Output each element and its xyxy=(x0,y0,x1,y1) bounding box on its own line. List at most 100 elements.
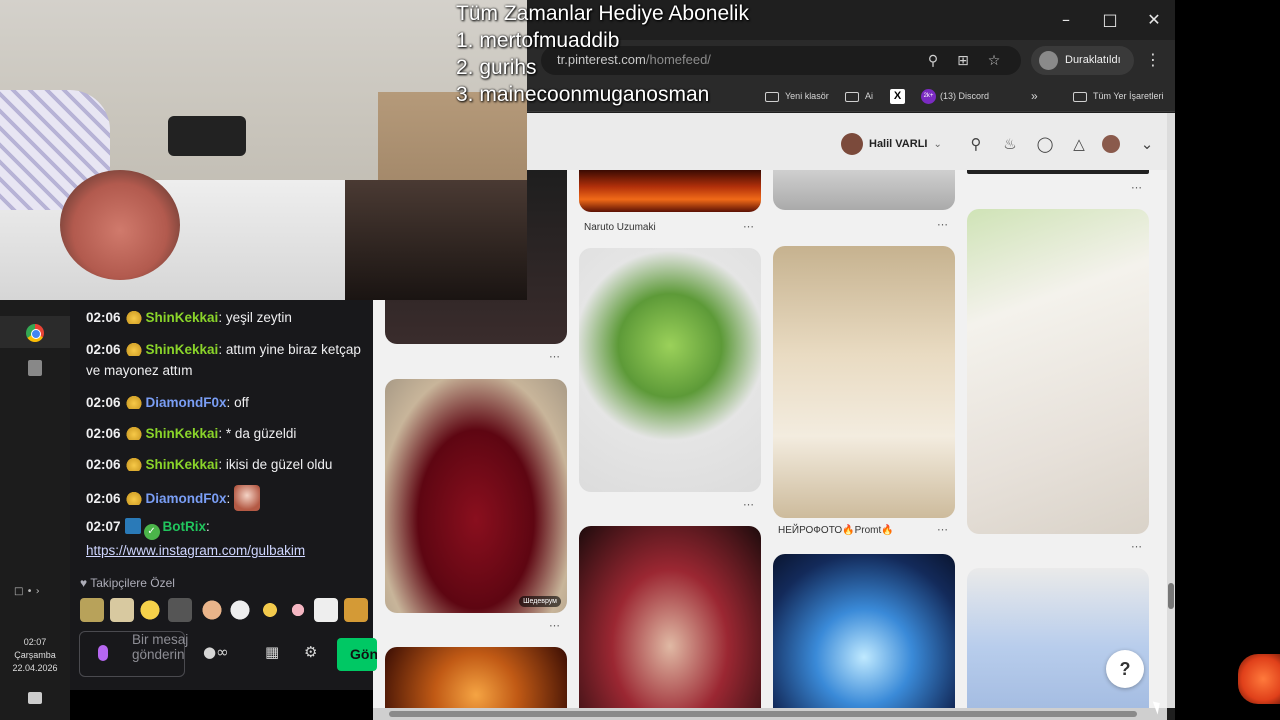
emote-icon[interactable] xyxy=(80,598,104,622)
updates-icon[interactable]: △ xyxy=(1068,133,1090,155)
pin-card[interactable] xyxy=(773,246,955,518)
pin-watermark: Шедеврум xyxy=(519,596,561,607)
pin-more-icon[interactable]: ⋯ xyxy=(549,350,561,363)
notification-bell-icon[interactable]: ♨ xyxy=(999,133,1021,155)
pin-more-icon[interactable]: ⋯ xyxy=(1131,181,1143,194)
chat-message: 02:06 DiamondF0x: xyxy=(86,485,366,511)
msg-user[interactable]: BotRix xyxy=(163,519,207,534)
emote-icon[interactable] xyxy=(286,598,310,622)
subscriber-badge-icon xyxy=(124,395,143,409)
pin-card[interactable] xyxy=(579,526,761,708)
kebab-menu-icon[interactable]: ⋮ xyxy=(1145,50,1161,69)
bookmark-all[interactable]: Tüm Yer İşaretleri xyxy=(1073,88,1164,104)
bot-badge-icon xyxy=(124,518,141,534)
scroll-thumb[interactable] xyxy=(389,711,1137,717)
install-icon[interactable]: ⊞ xyxy=(953,51,973,71)
bookmark-yeni-klasor[interactable]: Yeni klasör xyxy=(765,88,829,104)
app-icon[interactable] xyxy=(28,360,42,376)
microphone-icon[interactable] xyxy=(98,645,108,661)
channel-points-icon[interactable]: ●∞ xyxy=(203,643,229,661)
msg-user[interactable]: DiamondF0x xyxy=(146,395,227,410)
pin-title[interactable]: Naruto Uzumaki xyxy=(584,222,656,233)
chat-input[interactable]: Bir mesaj gönderin xyxy=(79,631,188,677)
more-bookmarks-icon[interactable]: » xyxy=(1031,88,1038,104)
taskbar-clock[interactable]: 02:07 Çarşamba 22.04.2026 xyxy=(0,636,70,675)
send-button[interactable]: Gönder xyxy=(337,638,377,671)
msg-time: 02:06 xyxy=(86,310,121,325)
msg-user[interactable]: ShinKekkai xyxy=(146,426,219,441)
pin-more-icon[interactable]: ⋯ xyxy=(743,498,755,511)
pin-title[interactable]: НЕЙРОФОТО🔥Promt🔥 xyxy=(778,525,894,536)
system-tray-icons[interactable]: □ • › xyxy=(14,586,40,597)
notification-icon[interactable] xyxy=(28,692,42,704)
msg-link[interactable]: https://www.instagram.com/gulbakim xyxy=(86,543,305,558)
msg-user[interactable]: ShinKekkai xyxy=(146,342,219,357)
pin-card[interactable] xyxy=(967,209,1149,534)
bookmark-x[interactable]: X xyxy=(890,88,909,105)
emote-icon[interactable] xyxy=(258,598,282,622)
pin-more-icon[interactable]: ⋯ xyxy=(549,619,561,632)
x-logo-icon: X xyxy=(890,89,905,105)
star-icon[interactable]: ☆ xyxy=(984,51,1004,71)
pin-more-icon[interactable]: ⋯ xyxy=(743,220,755,233)
emote-icon[interactable] xyxy=(200,598,224,622)
pin-card[interactable] xyxy=(773,170,955,210)
folder-icon xyxy=(765,91,779,102)
account-switcher[interactable]: Halil VARLI ⌄ xyxy=(841,131,942,157)
pin-more-icon[interactable]: ⋯ xyxy=(1131,540,1143,553)
emote-icon[interactable] xyxy=(344,598,368,622)
chrome-icon[interactable] xyxy=(26,324,44,342)
chevron-down-icon[interactable]: ⌄ xyxy=(1136,133,1158,155)
user-name: Halil VARLI xyxy=(869,138,928,150)
msg-user[interactable]: ShinKekkai xyxy=(146,457,219,472)
msg-user[interactable]: DiamondF0x xyxy=(146,491,227,506)
pin-card[interactable] xyxy=(385,647,567,708)
vertical-scrollbar[interactable] xyxy=(1167,113,1175,708)
profile-avatar xyxy=(1039,51,1058,70)
pin-more-icon[interactable]: ⋯ xyxy=(937,218,949,231)
minimize-button[interactable]: – xyxy=(1051,8,1081,32)
pin-card[interactable] xyxy=(579,170,761,212)
zoom-icon[interactable]: ⚲ xyxy=(923,51,943,71)
help-button[interactable]: ? xyxy=(1106,650,1144,688)
chat-message: 02:07 ✓ BotRix: https://www.instagram.com/g… xyxy=(86,518,306,558)
horizontal-scrollbar[interactable] xyxy=(373,708,1167,720)
discord-badge-icon: 2k+ xyxy=(921,89,936,105)
chat-message: 02:06 DiamondF0x: off xyxy=(86,395,249,410)
gear-icon[interactable]: ⚙ xyxy=(304,643,317,661)
msg-user[interactable]: ShinKekkai xyxy=(146,310,219,325)
chat-placeholder: Bir mesaj gönderin xyxy=(132,632,189,662)
search-icon[interactable]: ⚲ xyxy=(965,133,987,155)
bookmark-label: Yeni klasör xyxy=(785,91,829,101)
chat-message: 02:06 ShinKekkai: attım yine biraz ketçap… xyxy=(86,342,361,378)
folder-icon xyxy=(845,91,859,102)
msg-text: yeşil zeytin xyxy=(225,310,292,325)
pin-more-icon[interactable]: ⋯ xyxy=(937,523,949,536)
store-icon[interactable]: ▦ xyxy=(265,643,279,661)
emote-icon[interactable] xyxy=(314,598,338,622)
subscriber-badge-icon xyxy=(124,310,143,324)
bookmark-discord[interactable]: 2k+ (13) Discord xyxy=(921,88,989,105)
bookmark-ai[interactable]: Ai xyxy=(845,88,873,104)
messages-icon[interactable]: ◯ xyxy=(1034,133,1056,155)
pin-card[interactable] xyxy=(773,554,955,708)
url-text[interactable]: tr.pinterest.com/homefeed/ xyxy=(557,52,711,67)
close-button[interactable]: ✕ xyxy=(1139,8,1169,32)
profile-paused-button[interactable]: Duraklatıldı xyxy=(1031,46,1134,75)
overlay-title: Tüm Zamanlar Hediye Abonelik xyxy=(456,2,749,25)
msg-time: 02:06 xyxy=(86,491,121,506)
webcam-feed xyxy=(0,0,527,300)
clock-date: 22.04.2026 xyxy=(12,663,58,673)
emote-icon[interactable] xyxy=(168,598,192,622)
emote-icon[interactable] xyxy=(228,598,252,622)
emote-icon[interactable] xyxy=(110,598,134,622)
chevron-down-icon: ⌄ xyxy=(933,139,942,150)
profile-avatar-icon[interactable] xyxy=(1102,135,1120,153)
pin-card[interactable] xyxy=(967,170,1149,174)
msg-time: 02:07 xyxy=(86,519,121,534)
pin-card[interactable]: Шедеврум xyxy=(385,379,567,613)
maximize-button[interactable]: □ xyxy=(1095,8,1125,32)
pin-card[interactable] xyxy=(579,248,761,492)
emote-icon[interactable] xyxy=(138,598,162,622)
scroll-thumb[interactable] xyxy=(1168,583,1174,609)
